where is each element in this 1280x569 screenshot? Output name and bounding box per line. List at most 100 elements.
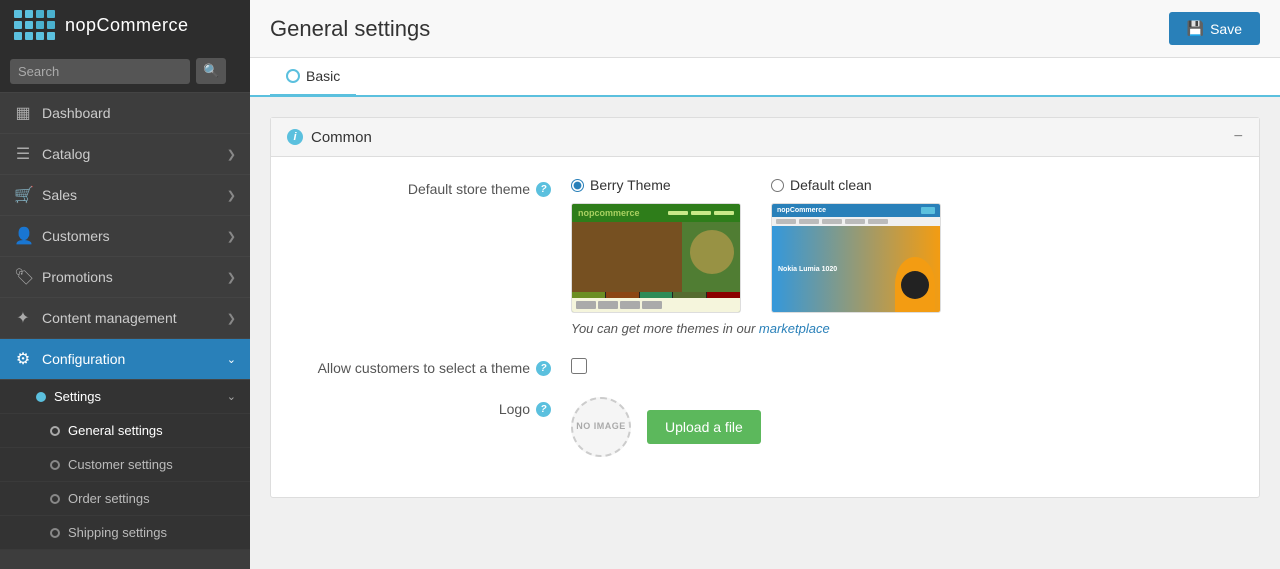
- configuration-icon: ⚙: [14, 349, 32, 369]
- configuration-submenu: Settings ⌄ General settings Customer set…: [0, 380, 250, 550]
- sub-item-label: Customer settings: [68, 457, 173, 472]
- sales-icon: 🛒: [14, 185, 32, 205]
- allow-select-theme-row: Allow customers to select a theme ?: [291, 356, 1239, 377]
- clean-radio[interactable]: [771, 179, 784, 192]
- sidebar-item-customers[interactable]: 👤 Customers ❯: [0, 216, 250, 257]
- allow-select-theme-checkbox[interactable]: [571, 358, 587, 374]
- sidebar-item-dashboard[interactable]: ▦ Dashboard: [0, 93, 250, 134]
- berry-theme-label: Berry Theme: [590, 177, 671, 193]
- section-header-left: i Common: [287, 129, 372, 146]
- chevron-right-icon: ❯: [227, 271, 236, 284]
- chevron-down-icon: ⌄: [227, 390, 236, 403]
- sidebar: nopCommerce 🔍 ▦ Dashboard ☰ Catalog ❯ 🛒 …: [0, 0, 250, 569]
- marketplace-link[interactable]: marketplace: [759, 321, 830, 336]
- theme-option-clean: Default clean nopCommerce: [771, 177, 941, 313]
- tabs-bar: Basic: [250, 58, 1280, 97]
- berry-radio-row: Berry Theme: [571, 177, 671, 193]
- sidebar-item-promotions[interactable]: 🏷 Promotions ❯: [0, 257, 250, 298]
- info-icon: i: [287, 129, 303, 145]
- upload-file-button[interactable]: Upload a file: [647, 410, 761, 444]
- section-header: i Common −: [271, 118, 1259, 157]
- sidebar-item-sales[interactable]: 🛒 Sales ❯: [0, 175, 250, 216]
- marketplace-text: You can get more themes in our marketpla…: [571, 321, 1239, 336]
- logo-help-icon[interactable]: ?: [536, 402, 551, 417]
- search-input[interactable]: [10, 59, 190, 84]
- sidebar-item-label: Promotions: [42, 269, 113, 285]
- sidebar-item-catalog[interactable]: ☰ Catalog ❯: [0, 134, 250, 175]
- content-area: i Common − Default store theme ?: [250, 97, 1280, 569]
- default-theme-row: Default store theme ? Berry Theme: [291, 177, 1239, 336]
- chevron-right-icon: ❯: [227, 148, 236, 161]
- sidebar-item-content-management[interactable]: ✦ Content management ❯: [0, 298, 250, 339]
- chevron-right-icon: ❯: [227, 189, 236, 202]
- search-box: 🔍: [0, 50, 250, 93]
- logo-label-col: Logo ?: [291, 397, 551, 417]
- logo-label: Logo: [499, 401, 530, 417]
- clean-header: nopCommerce: [772, 204, 940, 217]
- tab-basic-label: Basic: [306, 68, 340, 84]
- circle-icon: [50, 460, 60, 470]
- customers-icon: 👤: [14, 226, 32, 246]
- sub-item-label: Order settings: [68, 491, 150, 506]
- active-circle-icon: [36, 392, 46, 402]
- common-section: i Common − Default store theme ?: [270, 117, 1260, 498]
- circle-icon: [50, 494, 60, 504]
- logo-row: Logo ? NO IMAGE Upload a file: [291, 397, 1239, 457]
- circle-icon: [50, 528, 60, 538]
- page-title: General settings: [270, 16, 430, 42]
- sidebar-item-label: Content management: [42, 310, 177, 326]
- section-title: Common: [311, 129, 372, 146]
- save-button[interactable]: 💾 Save: [1169, 12, 1260, 45]
- sub-item-label: Shipping settings: [68, 525, 167, 540]
- clean-hero: Nokia Lumia 1020: [772, 226, 940, 312]
- allow-theme-field-col: [571, 356, 1239, 377]
- berry-radio[interactable]: [571, 179, 584, 192]
- clean-theme-label: Default clean: [790, 177, 872, 193]
- search-button[interactable]: 🔍: [196, 58, 226, 84]
- sidebar-sub-order-settings[interactable]: Order settings: [0, 482, 250, 516]
- sidebar-sub-general-settings[interactable]: General settings: [0, 414, 250, 448]
- allow-select-theme-label: Allow customers to select a theme: [318, 360, 530, 376]
- no-image-placeholder: NO IMAGE: [571, 397, 631, 457]
- sidebar-sub-settings[interactable]: Settings ⌄: [0, 380, 250, 414]
- sidebar-item-label: Configuration: [42, 351, 125, 367]
- theme-help-icon[interactable]: ?: [536, 182, 551, 197]
- theme-label-col: Default store theme ?: [291, 177, 551, 197]
- clean-nav: [772, 217, 940, 226]
- sidebar-item-label: Sales: [42, 187, 77, 203]
- allow-theme-help-icon[interactable]: ?: [536, 361, 551, 376]
- main-content: General settings 💾 Save Basic i Common −: [250, 0, 1280, 569]
- logo-field-col: NO IMAGE Upload a file: [571, 397, 1239, 457]
- sidebar-sub-shipping-settings[interactable]: Shipping settings: [0, 516, 250, 550]
- sub-item-label: Settings: [54, 389, 101, 404]
- section-body: Default store theme ? Berry Theme: [271, 157, 1259, 497]
- theme-field-col: Berry Theme nopcommerce: [571, 177, 1239, 336]
- circle-icon: [50, 426, 60, 436]
- sub-item-label: General settings: [68, 423, 163, 438]
- chevron-right-icon: ❯: [227, 230, 236, 243]
- berry-theme-preview: nopcommerce PALEO BAKING: [571, 203, 741, 313]
- sidebar-item-label: Catalog: [42, 146, 90, 162]
- tab-basic[interactable]: Basic: [270, 58, 356, 97]
- sidebar-header: nopCommerce: [0, 0, 250, 50]
- berry-strip: [572, 298, 740, 312]
- allow-theme-label-col: Allow customers to select a theme ?: [291, 356, 551, 376]
- berry-hero: PALEO BAKING: [572, 222, 740, 268]
- sidebar-item-label: Dashboard: [42, 105, 111, 121]
- sidebar-item-label: Customers: [42, 228, 110, 244]
- collapse-button[interactable]: −: [1234, 128, 1243, 146]
- sidebar-item-configuration[interactable]: ⚙ Configuration ⌄: [0, 339, 250, 380]
- logo-grid: [14, 10, 55, 40]
- tab-basic-icon: [286, 69, 300, 83]
- chevron-right-icon: ❯: [227, 312, 236, 325]
- theme-option-berry: Berry Theme nopcommerce: [571, 177, 741, 313]
- dashboard-icon: ▦: [14, 103, 32, 123]
- logo-area: NO IMAGE Upload a file: [571, 397, 1239, 457]
- catalog-icon: ☰: [14, 144, 32, 164]
- clean-theme-preview: nopCommerce: [771, 203, 941, 313]
- sidebar-sub-customer-settings[interactable]: Customer settings: [0, 448, 250, 482]
- content-icon: ✦: [14, 308, 32, 328]
- promotions-icon: 🏷: [14, 267, 32, 287]
- default-theme-label: Default store theme: [408, 181, 530, 197]
- brand-name: nopCommerce: [65, 15, 189, 36]
